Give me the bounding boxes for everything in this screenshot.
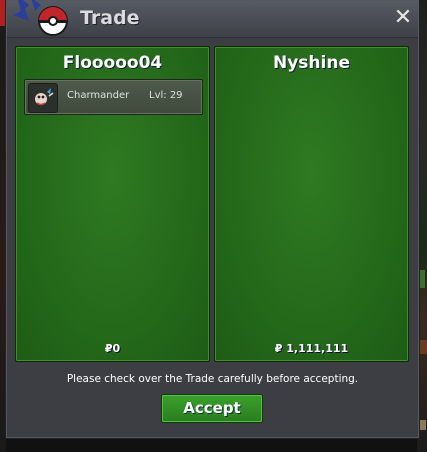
close-icon[interactable]: ✕ [392,7,414,29]
trade-item-row[interactable]: Charmander Lvl: 29 [24,79,203,115]
player-name-self: Flooooo04 [62,53,163,73]
money-offer-self: ₽0 [104,342,121,355]
trade-panel-partner: Nyshine ₽ 1,111,111 [214,46,409,362]
pokemon-name: Charmander [67,90,130,101]
accept-button[interactable]: Accept [161,394,263,423]
game-screen: Trade ✕ Flooooo04 Charmander Lvl: 29 ₽0 … [0,0,427,452]
player-name-partner: Nyshine [273,53,350,73]
money-offer-partner: ₽ 1,111,111 [274,342,349,355]
pokeball-logo-icon [13,0,68,36]
pokemon-icon [28,83,58,113]
title-bar[interactable]: Trade ✕ [7,0,418,38]
trade-panel-self: Flooooo04 Charmander Lvl: 29 ₽0 [15,46,210,362]
window-title: Trade [80,7,140,29]
trade-notice: Please check over the Trade carefully be… [66,373,359,385]
trade-window: Trade ✕ Flooooo04 Charmander Lvl: 29 ₽0 … [6,0,419,438]
pokemon-level: Lvl: 29 [149,90,183,101]
